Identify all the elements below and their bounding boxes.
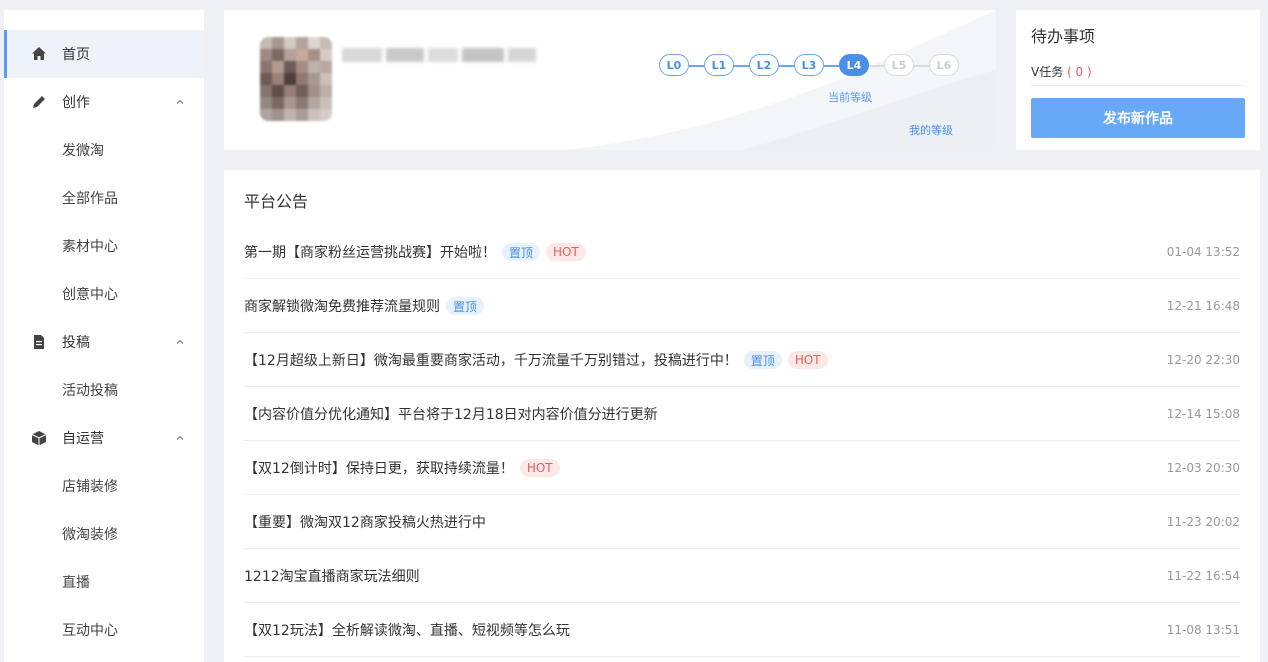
- level-connector: [914, 65, 929, 67]
- announcement-row[interactable]: 【双12玩法】全析解读微淘、直播、短视频等怎么玩 11-08 13:51: [244, 603, 1240, 657]
- nav-sub-item[interactable]: 微淘装修: [4, 510, 204, 558]
- nav-create-label: 创作: [62, 95, 90, 111]
- level-badge-l3: L3: [794, 54, 824, 76]
- announcements-title: 平台公告: [244, 192, 309, 211]
- current-level-label: 当前等级: [828, 91, 872, 104]
- level-connector: [734, 65, 749, 67]
- announcements-panel: 平台公告 第一期【商家粉丝运营挑战赛】开始啦！ 置顶 HOT 01-04 13:…: [224, 170, 1260, 662]
- announcement-date: 12-20 22:30: [1166, 353, 1240, 367]
- announcement-title: 【双12倒计时】保持日更，获取持续流量！: [244, 461, 514, 477]
- nav-sub-item[interactable]: 发微淘: [4, 126, 204, 174]
- nav-sub-item[interactable]: 素材中心: [4, 222, 204, 270]
- todo-card: 待办事项 V任务 ( 0 ) 发布新作品: [1016, 10, 1260, 150]
- chevron-up-icon[interactable]: [174, 96, 186, 108]
- nav-home-label: 首页: [62, 47, 90, 63]
- level-connector: [779, 65, 794, 67]
- pinned-tag: 置顶: [502, 243, 541, 261]
- publish-new-work-button[interactable]: 发布新作品: [1031, 98, 1245, 138]
- announcement-row[interactable]: 商家解锁微淘免费推荐流量规则 置顶 12-21 16:48: [244, 279, 1240, 333]
- nav-submit-label: 投稿: [62, 335, 90, 351]
- level-badge-l1: L1: [704, 54, 734, 76]
- level-progress: L0 L1 L2 L3 L4 L5 L6: [659, 54, 959, 78]
- announcement-date: 12-21 16:48: [1166, 299, 1240, 313]
- hot-tag: HOT: [546, 243, 586, 261]
- level-connector: [689, 65, 704, 67]
- level-badge-l5: L5: [884, 54, 914, 76]
- announcement-row[interactable]: 【双12倒计时】保持日更，获取持续流量！ HOT 12-03 20:30: [244, 441, 1240, 495]
- nav-create[interactable]: 创作: [4, 78, 204, 126]
- announcement-row[interactable]: 【内容价值分优化通知】平台将于12月18日对内容价值分进行更新 12-14 15…: [244, 387, 1240, 441]
- announcement-title: 商家解锁微淘免费推荐流量规则: [244, 299, 440, 315]
- username-blurred: [342, 48, 542, 66]
- avatar[interactable]: [260, 37, 332, 121]
- nav-self-operation[interactable]: 自运营: [4, 414, 204, 462]
- announcement-title: 【12月超级上新日】微淘最重要商家活动，千万流量千万别错过，投稿进行中！: [244, 353, 738, 369]
- level-badge-l4-current: L4: [839, 54, 869, 76]
- nav-home[interactable]: 首页: [4, 30, 204, 78]
- pinned-tag: 置顶: [446, 297, 485, 315]
- my-level-link[interactable]: 我的等级: [909, 122, 953, 138]
- announcement-row[interactable]: 【12月超级上新日】微淘最重要商家活动，千万流量千万别错过，投稿进行中！ 置顶 …: [244, 333, 1240, 387]
- todo-title: 待办事项: [1031, 27, 1096, 46]
- document-icon: [31, 334, 47, 350]
- level-badge-l0: L0: [659, 54, 689, 76]
- sidebar: 首页 创作 发微淘 全部作品 素材中心 创意中心 投稿 活动投稿 自运营 店铺装…: [4, 10, 204, 662]
- announcement-title: 第一期【商家粉丝运营挑战赛】开始啦！: [244, 245, 496, 261]
- v-task-label: V任务: [1031, 65, 1064, 79]
- announcement-title: 【内容价值分优化通知】平台将于12月18日对内容价值分进行更新: [244, 407, 658, 423]
- v-task-count: ( 0 ): [1067, 65, 1092, 79]
- home-icon: [31, 46, 47, 62]
- announcement-date: 12-03 20:30: [1166, 461, 1240, 475]
- announcement-title: 【双12玩法】全析解读微淘、直播、短视频等怎么玩: [244, 623, 570, 639]
- announcement-row[interactable]: 1212淘宝直播商家玩法细则 11-22 16:54: [244, 549, 1240, 603]
- announcement-date: 11-23 20:02: [1166, 515, 1240, 529]
- announcement-date: 12-14 15:08: [1166, 407, 1240, 421]
- announcement-title: 【重要】微淘双12商家投稿火热进行中: [244, 515, 486, 531]
- chevron-up-icon[interactable]: [174, 336, 186, 348]
- nav-sub-item[interactable]: 店铺装修: [4, 462, 204, 510]
- announcement-date: 11-08 13:51: [1166, 623, 1240, 637]
- chevron-up-icon[interactable]: [174, 432, 186, 444]
- hot-tag: HOT: [787, 351, 828, 369]
- profile-card: L0 L1 L2 L3 L4 L5 L6 当前等级 我的等级: [224, 10, 996, 150]
- announcement-date: 01-04 13:52: [1166, 245, 1240, 259]
- announcement-row[interactable]: 【重要】微淘双12商家投稿火热进行中 11-23 20:02: [244, 495, 1240, 549]
- divider: [1031, 85, 1245, 86]
- nav-submit[interactable]: 投稿: [4, 318, 204, 366]
- box-icon: [31, 430, 47, 446]
- hot-tag: HOT: [519, 459, 560, 477]
- v-task-item[interactable]: V任务 ( 0 ): [1031, 63, 1092, 80]
- level-badge-l2: L2: [749, 54, 779, 76]
- nav-sub-item[interactable]: 活动投稿: [4, 366, 204, 414]
- pinned-tag: 置顶: [743, 351, 782, 369]
- level-connector: [869, 65, 884, 67]
- nav-sub-item[interactable]: 全部作品: [4, 174, 204, 222]
- profile-background: [564, 10, 996, 150]
- nav-self-operation-label: 自运营: [62, 431, 104, 447]
- nav-sub-item[interactable]: 互动中心: [4, 606, 204, 654]
- level-connector: [824, 65, 839, 67]
- announcement-row[interactable]: 第一期【商家粉丝运营挑战赛】开始啦！ 置顶 HOT 01-04 13:52: [244, 225, 1240, 279]
- level-badge-l6: L6: [929, 54, 959, 76]
- nav-sub-item[interactable]: 创意中心: [4, 270, 204, 318]
- announcement-title: 1212淘宝直播商家玩法细则: [244, 569, 420, 585]
- announcement-date: 11-22 16:54: [1166, 569, 1240, 583]
- pencil-icon: [31, 94, 47, 110]
- nav-sub-item[interactable]: 直播: [4, 558, 204, 606]
